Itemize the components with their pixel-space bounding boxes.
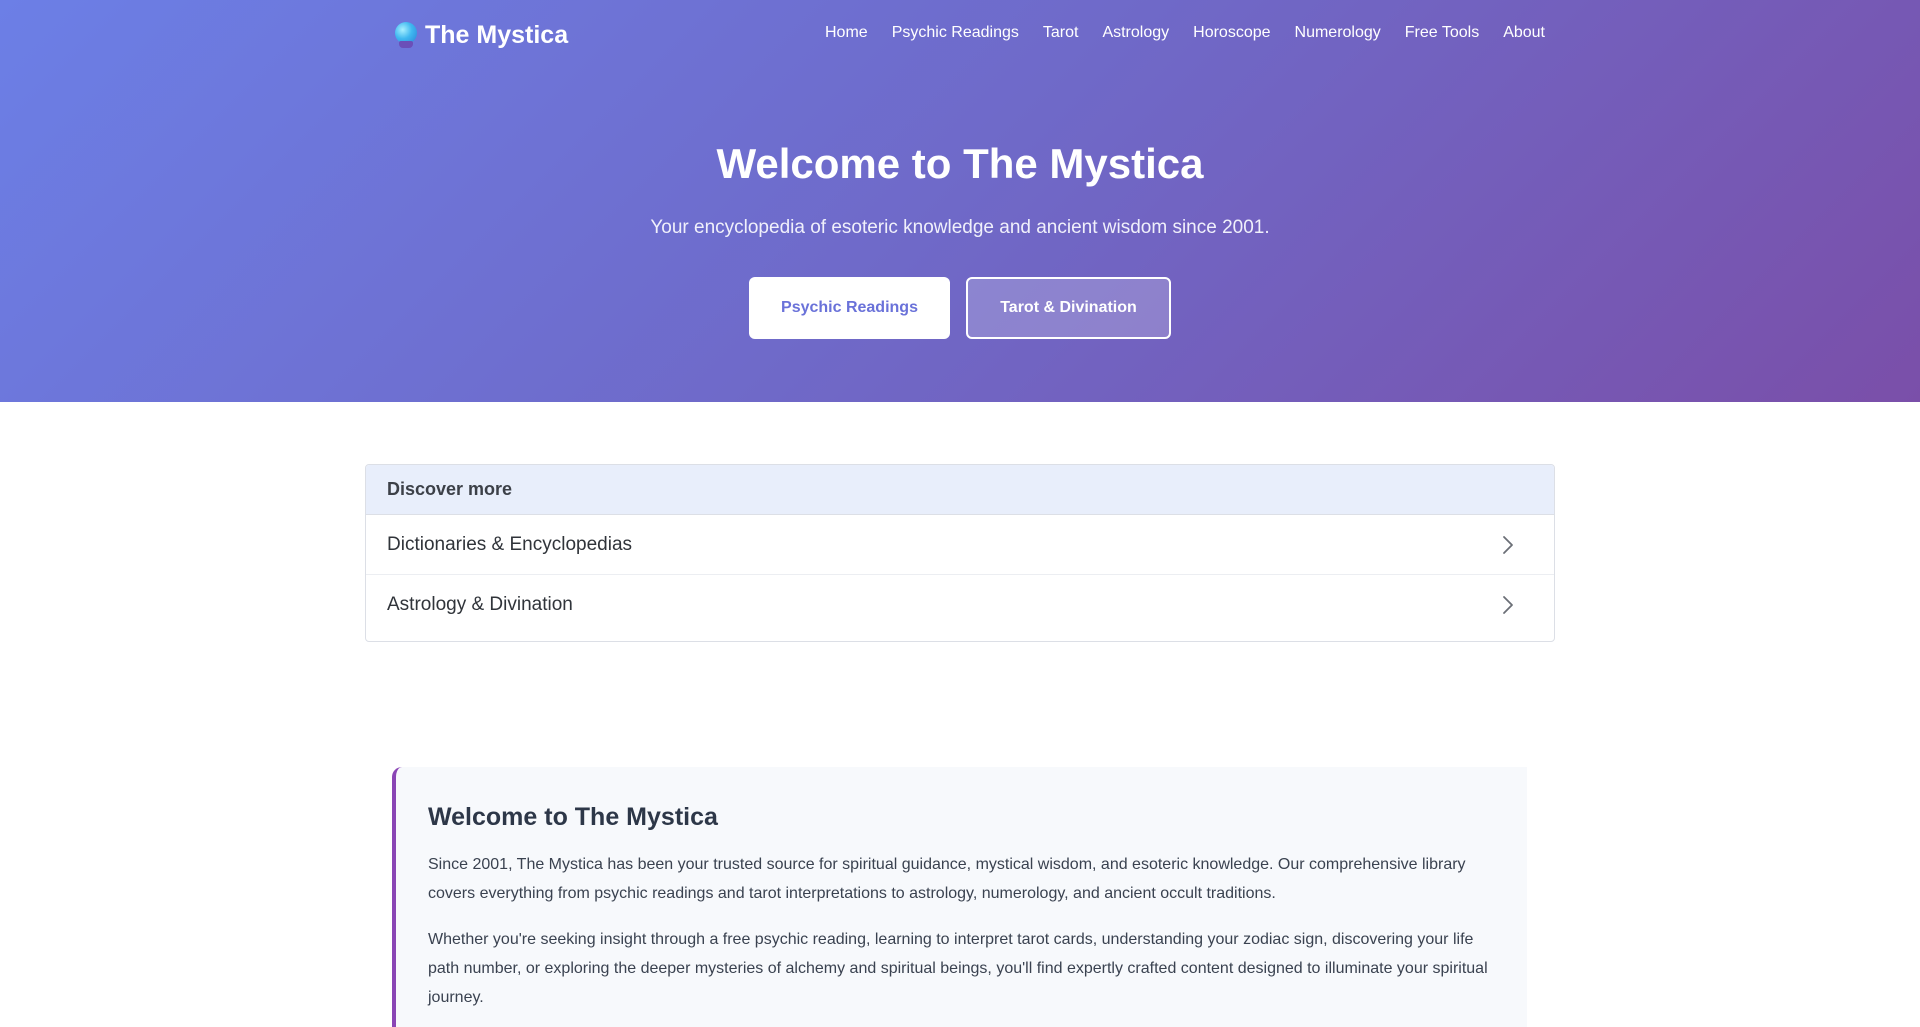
hero-section: The Mystica Home Psychic Readings Tarot … (0, 0, 1920, 402)
nav-link-about[interactable]: About (1503, 24, 1545, 42)
tarot-divination-button[interactable]: Tarot & Divination (966, 277, 1171, 339)
nav-links: Home Psychic Readings Tarot Astrology Ho… (801, 24, 1545, 42)
discover-more-heading: Discover more (366, 465, 1554, 515)
hero-subtitle: Your encyclopedia of esoteric knowledge … (650, 217, 1270, 238)
nav-link-numerology[interactable]: Numerology (1295, 24, 1381, 42)
welcome-paragraph-1: Since 2001, The Mystica has been your tr… (428, 856, 1466, 902)
nav-link-psychic-readings[interactable]: Psychic Readings (892, 24, 1019, 42)
welcome-heading: Welcome to The Mystica (428, 803, 718, 831)
hero-title: Welcome to The Mystica (716, 140, 1204, 187)
site-logo[interactable]: The Mystica (395, 20, 568, 50)
discover-item-label: Astrology & Divination (387, 594, 573, 615)
discover-item-astrology[interactable]: Astrology & Divination (366, 575, 1554, 635)
discover-item-dictionaries[interactable]: Dictionaries & Encyclopedias (366, 515, 1554, 575)
nav-link-tarot[interactable]: Tarot (1043, 24, 1079, 42)
nav-link-home[interactable]: Home (825, 24, 868, 42)
welcome-section: Welcome to The Mystica Since 2001, The M… (392, 767, 1527, 1027)
welcome-paragraph-2: Whether you're seeking insight through a… (428, 931, 1488, 1006)
top-navigation: The Mystica Home Psychic Readings Tarot … (0, 0, 1920, 70)
nav-link-free-tools[interactable]: Free Tools (1405, 24, 1479, 42)
discover-item-label: Dictionaries & Encyclopedias (387, 533, 633, 555)
crystal-ball-icon (395, 22, 417, 48)
chevron-right-icon (1488, 525, 1528, 565)
brand-name: The Mystica (425, 20, 569, 49)
discover-more-panel: Discover more Dictionaries & Encyclopedi… (365, 464, 1555, 642)
nav-link-horoscope[interactable]: Horoscope (1193, 24, 1270, 42)
nav-link-astrology[interactable]: Astrology (1102, 24, 1169, 42)
chevron-right-icon (1488, 585, 1528, 625)
psychic-readings-button[interactable]: Psychic Readings (749, 277, 950, 339)
